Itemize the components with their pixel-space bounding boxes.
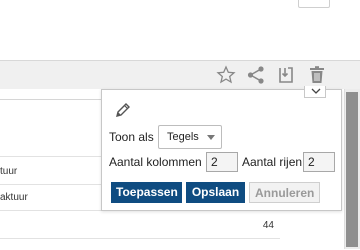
chevron-down-icon: [311, 88, 321, 94]
show-as-value: Tegels: [167, 131, 199, 143]
save-button[interactable]: Opslaan: [186, 182, 245, 203]
cancel-button[interactable]: Annuleren: [249, 182, 320, 203]
toolbar: [0, 61, 360, 89]
chevron-down-icon: [207, 135, 215, 140]
table-cell: aktuur: [0, 192, 28, 203]
apply-button[interactable]: Toepassen: [111, 182, 182, 203]
close-button[interactable]: [298, 0, 330, 8]
rows-label: Aantal rijen: [242, 155, 303, 169]
table-value: 44: [262, 220, 274, 231]
trash-icon[interactable]: [307, 65, 327, 85]
table-cell: tuur: [0, 166, 18, 177]
page-header-area: [0, 0, 360, 60]
export-icon[interactable]: [276, 65, 296, 85]
show-as-label: Toon als: [109, 130, 154, 144]
scrollbar-thumb[interactable]: [346, 92, 358, 247]
rows-input[interactable]: [303, 152, 335, 172]
popup-collapse-tab[interactable]: [304, 86, 326, 98]
columns-label: Aantal kolommen: [109, 155, 202, 169]
tile-settings-popup: Toon als Tegels Aantal kolommen Aantal r…: [101, 89, 342, 211]
table-row-divider: [0, 238, 280, 239]
show-as-select[interactable]: Tegels: [158, 125, 222, 149]
columns-input[interactable]: [206, 152, 238, 172]
share-icon[interactable]: [246, 65, 266, 85]
pencil-icon[interactable]: [114, 101, 132, 119]
star-icon[interactable]: [216, 65, 236, 85]
